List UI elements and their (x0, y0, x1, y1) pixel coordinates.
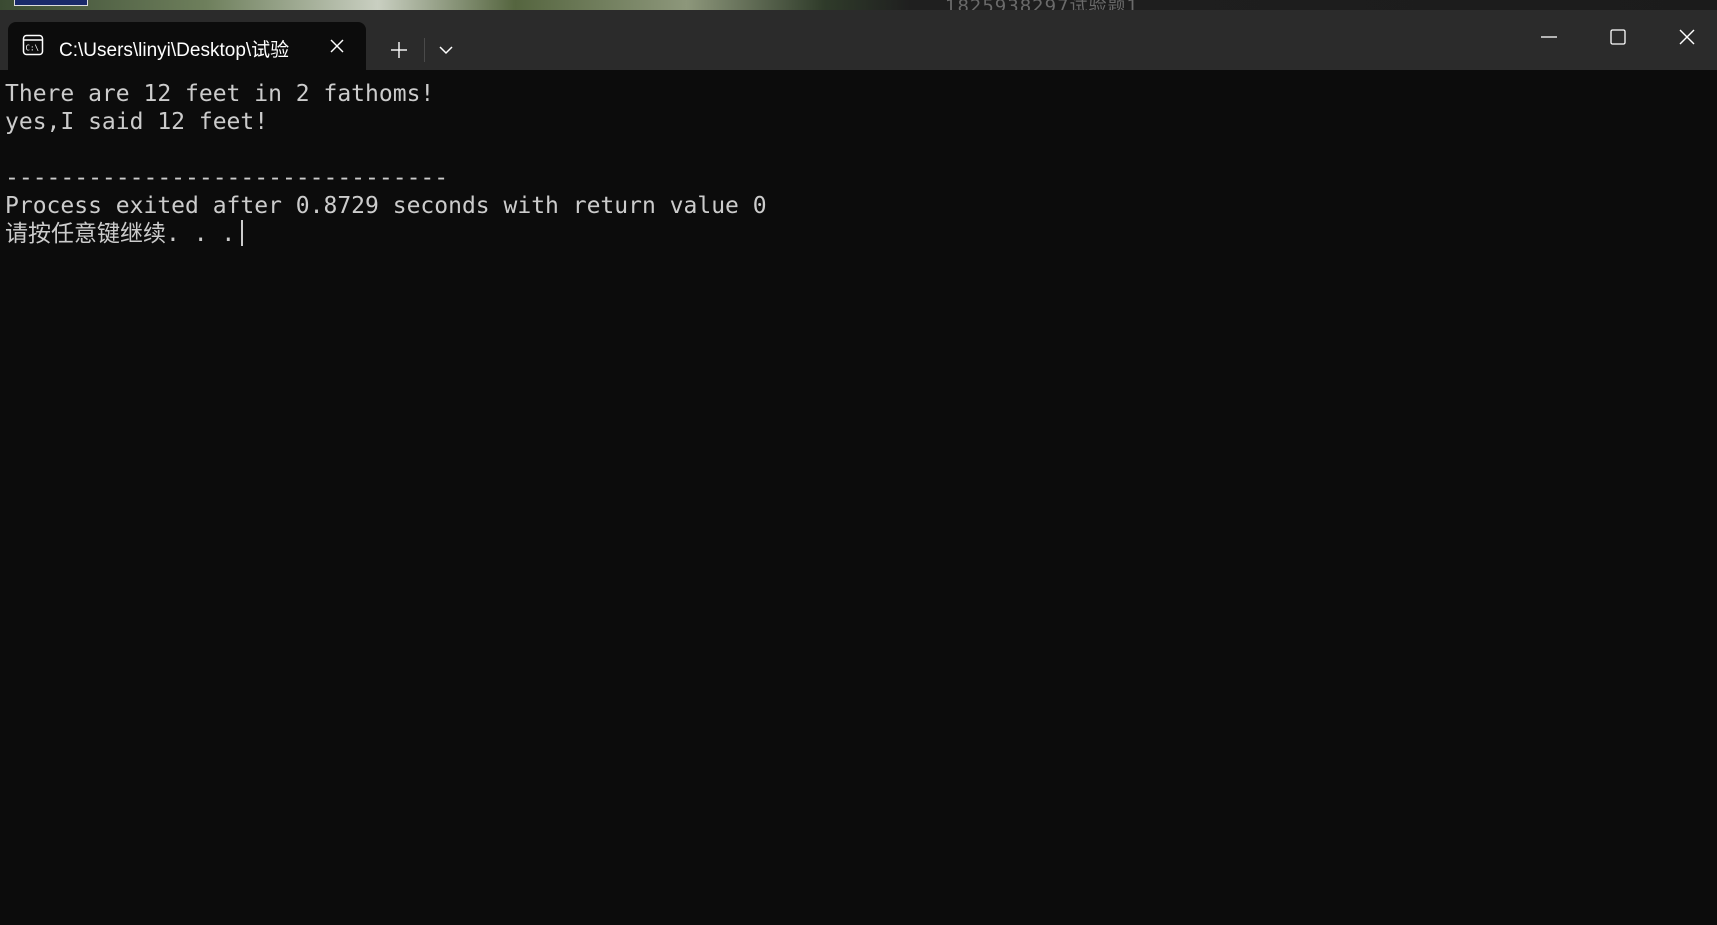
text-cursor (241, 220, 244, 246)
tab-separator (424, 38, 425, 62)
svg-text:C:\: C:\ (26, 44, 40, 53)
plus-icon (391, 42, 407, 58)
separator-line: -------------------------------- (5, 165, 449, 191)
console-icon: C:\ (22, 34, 44, 56)
maximize-icon (1610, 29, 1626, 45)
process-exit-line: Process exited after 0.8729 seconds with… (5, 193, 767, 219)
new-tab-button[interactable] (383, 34, 415, 66)
prompt-line: 请按任意键继续. . . (5, 220, 244, 248)
title-bar[interactable]: C:\ C:\Users\linyi\Desktop\试验 (0, 10, 1717, 70)
chevron-down-icon (439, 46, 453, 55)
close-icon (1679, 29, 1695, 45)
press-any-key-prompt: 请按任意键继续. . . (5, 221, 236, 247)
console-output[interactable]: There are 12 feet in 2 fathoms! yes,I sa… (0, 70, 1717, 925)
console-line: yes,I said 12 feet! (5, 109, 269, 135)
minimize-button[interactable] (1515, 10, 1583, 70)
maximize-button[interactable] (1584, 10, 1652, 70)
minimize-icon (1541, 36, 1557, 38)
tab-close-button[interactable] (325, 34, 349, 58)
terminal-window: C:\ C:\Users\linyi\Desktop\试验 There are … (0, 10, 1717, 925)
close-window-button[interactable] (1653, 10, 1717, 70)
terminal-tab[interactable]: C:\ C:\Users\linyi\Desktop\试验 (8, 22, 366, 70)
tab-title: C:\Users\linyi\Desktop\试验 (59, 40, 290, 61)
tab-dropdown-button[interactable] (430, 34, 462, 66)
console-line: There are 12 feet in 2 fathoms! (5, 81, 435, 107)
background-thumbnail (14, 0, 88, 6)
close-icon (330, 39, 344, 53)
